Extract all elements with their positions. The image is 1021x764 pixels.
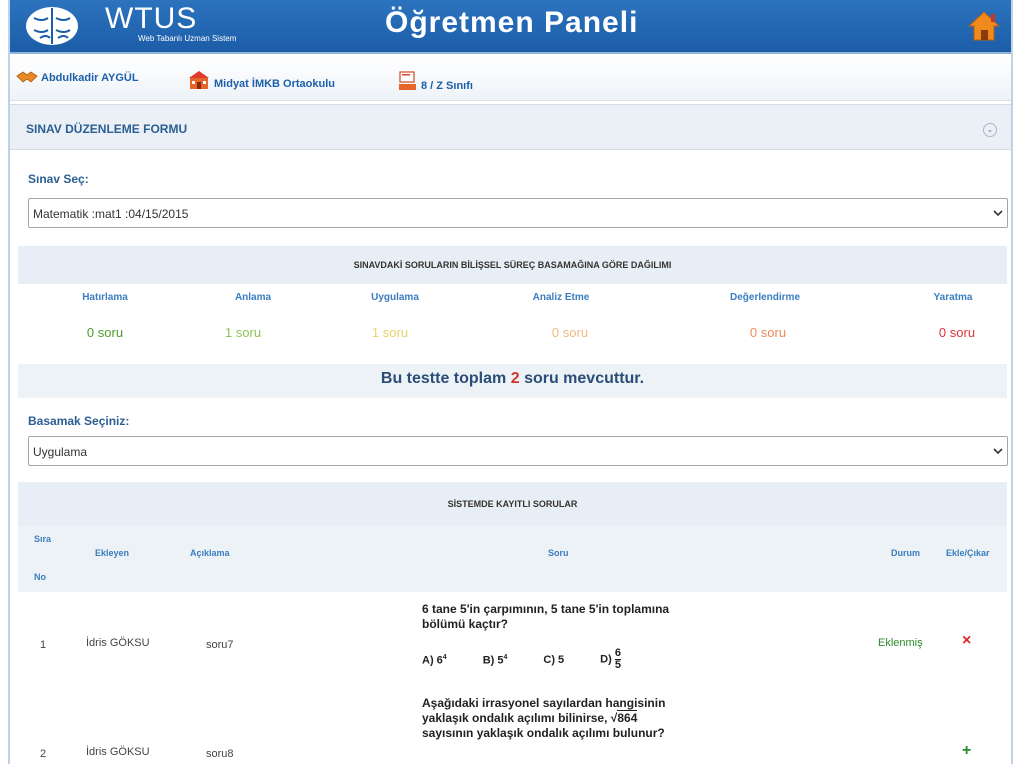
remove-question-button[interactable]: × — [962, 632, 971, 650]
exam-select-value: Matematik :mat1 :04/15/2015 — [33, 207, 189, 221]
row-added-by: İdris GÖKSU — [86, 746, 150, 758]
home-icon[interactable] — [967, 10, 1001, 42]
class-name: 8 / Z Sınıfı — [421, 80, 473, 92]
exam-select[interactable]: Matematik :mat1 :04/15/2015 — [28, 198, 1008, 228]
form-header: SINAV DÜZENLEME FORMU ⌄ — [10, 104, 1011, 150]
handshake-icon — [16, 71, 38, 83]
row-description: soru7 — [206, 639, 234, 651]
chevron-down-icon — [993, 448, 1003, 455]
col-header-status: Durum — [891, 548, 920, 558]
dist-value: 0 soru — [749, 325, 787, 340]
dist-header-analyze: Analiz Etme — [532, 292, 590, 303]
add-question-button[interactable]: + — [962, 742, 971, 760]
teacher-name: Abdulkadir AYGÜL — [41, 72, 139, 84]
col-header-description: Açıklama — [190, 548, 230, 558]
dist-header-remember: Hatırlama — [82, 292, 128, 303]
classroom-icon — [399, 71, 416, 90]
question-text-line: yaklaşık ondalık açılımı bilinirse, √864 — [422, 710, 638, 725]
col-header-no-2: No — [34, 572, 46, 582]
school-icon — [189, 71, 209, 89]
total-count: 2 — [510, 370, 520, 387]
chevron-down-icon — [993, 210, 1003, 217]
brand-name: WTUS — [105, 2, 198, 35]
dist-header-create: Yaratma — [933, 292, 973, 303]
total-summary: Bu testte toplam 2 soru mevcuttur. — [18, 364, 1007, 398]
dist-value: 1 soru — [371, 325, 409, 340]
col-header-added-by: Ekleyen — [95, 548, 130, 558]
question-text-line: Aşağıdaki irrasyonel sayılardan hangisin… — [422, 696, 666, 710]
level-select-label: Basamak Seçiniz: — [28, 414, 130, 428]
option-d: D) 65 — [600, 647, 621, 671]
teacher-info: Abdulkadir AYGÜL — [16, 70, 139, 84]
col-header-action: Ekle/Çıkar — [946, 548, 990, 558]
question-text-line: bölümü kaçtır? — [422, 617, 509, 631]
dist-value: 0 soru — [551, 325, 589, 340]
form-title: SINAV DÜZENLEME FORMU — [26, 122, 188, 136]
questions-title: SİSTEMDE KAYITLI SORULAR — [18, 482, 1007, 526]
col-header-question: Soru — [548, 548, 569, 558]
option-b: B) 54 — [482, 654, 508, 667]
exam-select-label: Sınav Seç: — [28, 172, 89, 186]
col-header-no-1: Sıra — [34, 534, 52, 544]
dist-header-apply: Uygulama — [371, 292, 419, 303]
option-c: C) 5 — [543, 654, 565, 666]
user-info-row: Abdulkadir AYGÜL Midyat İMKB Ortaokulu 8… — [10, 56, 1011, 101]
question-text-line: 6 tane 5'in çarpımının, 5 tane 5'in topl… — [422, 602, 670, 616]
option-a: A) 64 — [422, 654, 447, 667]
collapse-icon[interactable]: ⌄ — [983, 123, 997, 137]
row-description: soru8 — [206, 748, 234, 760]
questions-table-header: Sıra No Ekleyen Açıklama Soru Durum Ekle… — [18, 526, 1007, 592]
question-text: Aşağıdaki irrasyonel sayılardan hangisin… — [422, 696, 665, 741]
dist-value: 1 soru — [224, 325, 262, 340]
page-frame: WTUS Web Tabanlı Uzman Sistem Öğretmen P… — [8, 0, 1013, 764]
page-title: Öğretmen Paneli — [385, 6, 639, 39]
question-text: 6 tane 5'in çarpımının, 5 tane 5'in topl… — [422, 602, 669, 632]
question-options: A) 64 B) 54 C) 5 D) 65 — [422, 648, 693, 671]
table-row: 2 İdris GÖKSU soru8 Aşağıdaki irrasyonel… — [18, 694, 1007, 764]
distribution-title: SINAVDAKİ SORULARIN BİLİŞSEL SÜREÇ BASAM… — [18, 246, 1007, 284]
class-info: 8 / Z Sınıfı — [398, 70, 473, 92]
row-added-by: İdris GÖKSU — [86, 637, 150, 649]
row-no: 1 — [40, 639, 47, 651]
level-select-value: Uygulama — [33, 445, 88, 459]
table-row: 1 İdris GÖKSU soru7 6 tane 5'in çarpımın… — [18, 592, 1007, 695]
school-info: Midyat İMKB Ortaokulu — [187, 70, 335, 90]
question-text-line: sayısının yaklaşık ondalık açılımı bulun… — [422, 726, 665, 740]
row-no: 2 — [40, 748, 47, 760]
dist-header-evaluate: Değerlendirme — [729, 292, 801, 303]
dist-header-understand: Anlama — [234, 292, 272, 303]
level-select[interactable]: Uygulama — [28, 436, 1008, 466]
total-suffix: soru mevcuttur. — [524, 370, 645, 387]
school-name: Midyat İMKB Ortaokulu — [214, 78, 336, 90]
dist-value: 0 soru — [938, 325, 976, 340]
brand-subtitle: Web Tabanlı Uzman Sistem — [138, 34, 237, 43]
header-bar: WTUS Web Tabanlı Uzman Sistem Öğretmen P… — [10, 0, 1011, 54]
sqrt-value: 864 — [617, 710, 638, 725]
dist-value: 0 soru — [86, 325, 124, 340]
total-prefix: Bu testte toplam — [380, 370, 507, 387]
status-badge: Eklenmiş — [878, 637, 923, 649]
brain-logo-icon — [26, 7, 78, 45]
